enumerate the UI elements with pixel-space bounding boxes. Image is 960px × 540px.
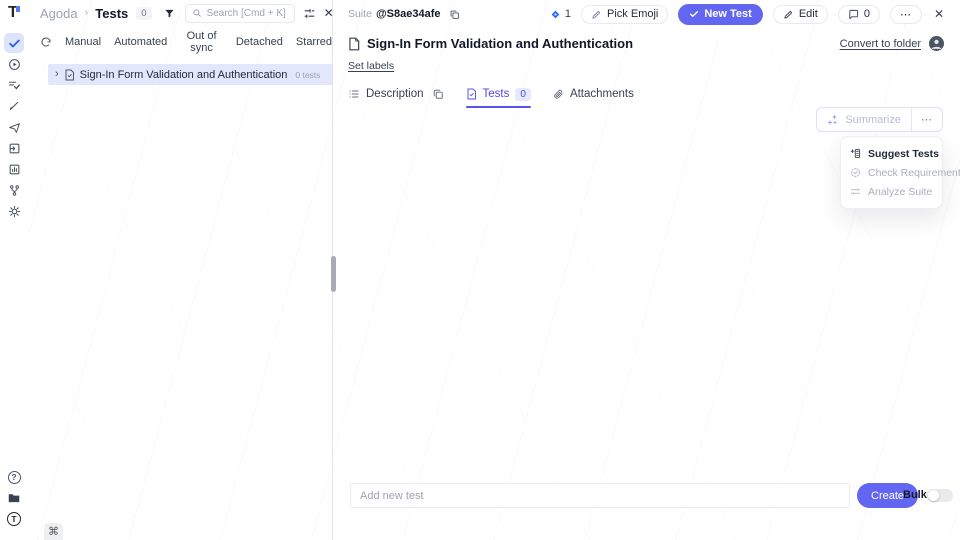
search-icon	[192, 8, 202, 18]
summarize-split-button: Summarize ⋯	[816, 107, 943, 132]
suggest-tests-icon	[850, 148, 861, 159]
doc-check-icon	[466, 88, 477, 100]
menu-item-analyze-suite[interactable]: Analyze Suite	[841, 182, 942, 201]
jira-link-button[interactable]: 1	[550, 8, 571, 20]
copy-description-icon[interactable]	[432, 88, 444, 100]
emoji-pen-icon	[591, 9, 602, 20]
tree-row-suite[interactable]: › Sign-In Form Validation and Authentica…	[48, 64, 332, 85]
tree-suite-title: Sign-In Form Validation and Authenticati…	[80, 69, 288, 81]
menu-item-suggest-tests[interactable]: Suggest Tests	[841, 144, 942, 163]
summarize-more-button[interactable]: ⋯	[912, 108, 942, 131]
check-requirements-icon	[850, 167, 861, 178]
close-panel-icon[interactable]: ✕	[324, 6, 334, 20]
rail-tests-icon[interactable]	[4, 33, 24, 53]
rail-runs-icon[interactable]	[4, 54, 24, 74]
bulk-label: Bulk	[903, 483, 927, 508]
suite-id: @S8ae34afe	[376, 8, 441, 20]
panel-resize-handle[interactable]	[331, 256, 336, 292]
suite-header-bar: Suite @S8ae34afe 1 Pick Emoji	[348, 4, 944, 24]
breadcrumb-project[interactable]: Agoda	[40, 6, 78, 21]
menu-item-check-requirements[interactable]: Check Requirements	[841, 163, 942, 182]
suite-detail-panel: Suite @S8ae34afe 1 Pick Emoji	[334, 0, 960, 540]
analyze-suite-icon	[850, 186, 861, 197]
testomat-badge-icon[interactable]: T	[4, 509, 24, 529]
edit-button[interactable]: Edit	[773, 5, 828, 24]
new-test-button[interactable]: New Test	[678, 4, 762, 25]
tree-toolbar: Agoda › Tests 0 ✕	[28, 0, 332, 26]
rail-settings-icon[interactable]	[4, 201, 24, 221]
rail-nav	[4, 33, 24, 221]
detail-tabs: Description Tests 0 Attachments	[348, 84, 634, 104]
search-input[interactable]	[207, 8, 288, 19]
breadcrumb-separator-icon: ›	[84, 7, 90, 19]
suite-title-row: Sign-In Form Validation and Authenticati…	[348, 36, 944, 51]
add-new-test-input[interactable]	[350, 483, 850, 508]
toggle-knob	[928, 490, 939, 501]
comments-count: 0	[864, 8, 870, 20]
sync-status-icon[interactable]	[40, 36, 52, 48]
jira-count: 1	[565, 8, 571, 20]
pencil-icon	[783, 9, 794, 20]
filter-tab-automated[interactable]: Automated	[114, 36, 167, 48]
tab-attachments[interactable]: Attachments	[553, 88, 634, 100]
filter-tab-out-of-sync[interactable]: Out of sync	[180, 30, 223, 54]
keyboard-shortcuts-button[interactable]: ⌘	[44, 523, 63, 540]
command-icon: ⌘	[48, 525, 59, 538]
left-icon-rail: T ?	[0, 0, 28, 540]
help-icon[interactable]: ?	[4, 467, 24, 487]
gem-icon	[550, 9, 561, 20]
app-logo[interactable]: T	[8, 4, 18, 21]
breadcrumb-section: Tests	[95, 6, 128, 21]
suite-doc-icon	[64, 69, 75, 81]
filter-tab-detached[interactable]: Detached	[236, 36, 283, 48]
sparkles-icon	[827, 114, 839, 126]
suite-title: Sign-In Form Validation and Authenticati…	[367, 36, 633, 51]
filter-tab-manual[interactable]: Manual	[65, 36, 101, 48]
summarize-button[interactable]: Summarize	[817, 108, 911, 131]
set-labels-link[interactable]: Set labels	[348, 60, 394, 72]
ellipsis-icon: ⋯	[921, 113, 933, 126]
comments-button[interactable]: 0	[838, 5, 880, 24]
tests-tab-badge: 0	[515, 88, 531, 101]
filter-icon[interactable]	[164, 8, 175, 19]
convert-to-folder-link[interactable]: Convert to folder	[840, 38, 921, 50]
tab-description[interactable]: Description	[348, 88, 424, 100]
more-actions-button[interactable]: ⋯	[890, 5, 922, 24]
comment-icon	[848, 9, 859, 20]
close-detail-icon[interactable]: ✕	[934, 7, 944, 21]
rail-pipelines-icon[interactable]	[4, 117, 24, 137]
list-icon	[348, 88, 360, 100]
chevron-right-icon[interactable]: ›	[55, 69, 59, 80]
filter-tab-starred[interactable]: Starred	[296, 36, 332, 48]
rail-import-icon[interactable]	[4, 138, 24, 158]
rail-plans-icon[interactable]	[4, 75, 24, 95]
header-actions: 1 Pick Emoji New Test Edit	[550, 4, 944, 25]
tab-tests[interactable]: Tests 0	[466, 88, 531, 101]
check-icon	[689, 9, 699, 19]
search-box[interactable]	[185, 4, 295, 23]
rail-compose-icon[interactable]	[4, 96, 24, 116]
tests-count-badge: 0	[136, 7, 151, 20]
copy-suite-id-icon[interactable]	[449, 9, 460, 20]
suites-tree-panel: Agoda › Tests 0 ✕ Manual Automated Out o…	[28, 0, 333, 540]
filter-tabs: Manual Automated Out of sync Detached St…	[28, 30, 332, 54]
bulk-toggle[interactable]	[927, 489, 953, 502]
pick-emoji-button[interactable]: Pick Emoji	[581, 5, 668, 24]
tree-suite-meta: 0 tests	[295, 70, 320, 80]
suite-type-label: Suite	[348, 8, 372, 20]
assignee-avatar[interactable]	[929, 36, 944, 51]
paperclip-icon	[553, 88, 564, 100]
projects-folder-icon[interactable]	[4, 488, 24, 508]
suite-title-doc-icon	[348, 37, 360, 51]
ellipsis-icon: ⋯	[900, 8, 912, 21]
ai-actions-menu: Suggest Tests Check Requirements Analyze…	[840, 136, 943, 209]
rail-branches-icon[interactable]	[4, 180, 24, 200]
view-settings-icon[interactable]	[303, 7, 316, 20]
rail-analytics-icon[interactable]	[4, 159, 24, 179]
rail-bottom: ? T	[4, 467, 24, 529]
logo-accent	[16, 6, 20, 12]
